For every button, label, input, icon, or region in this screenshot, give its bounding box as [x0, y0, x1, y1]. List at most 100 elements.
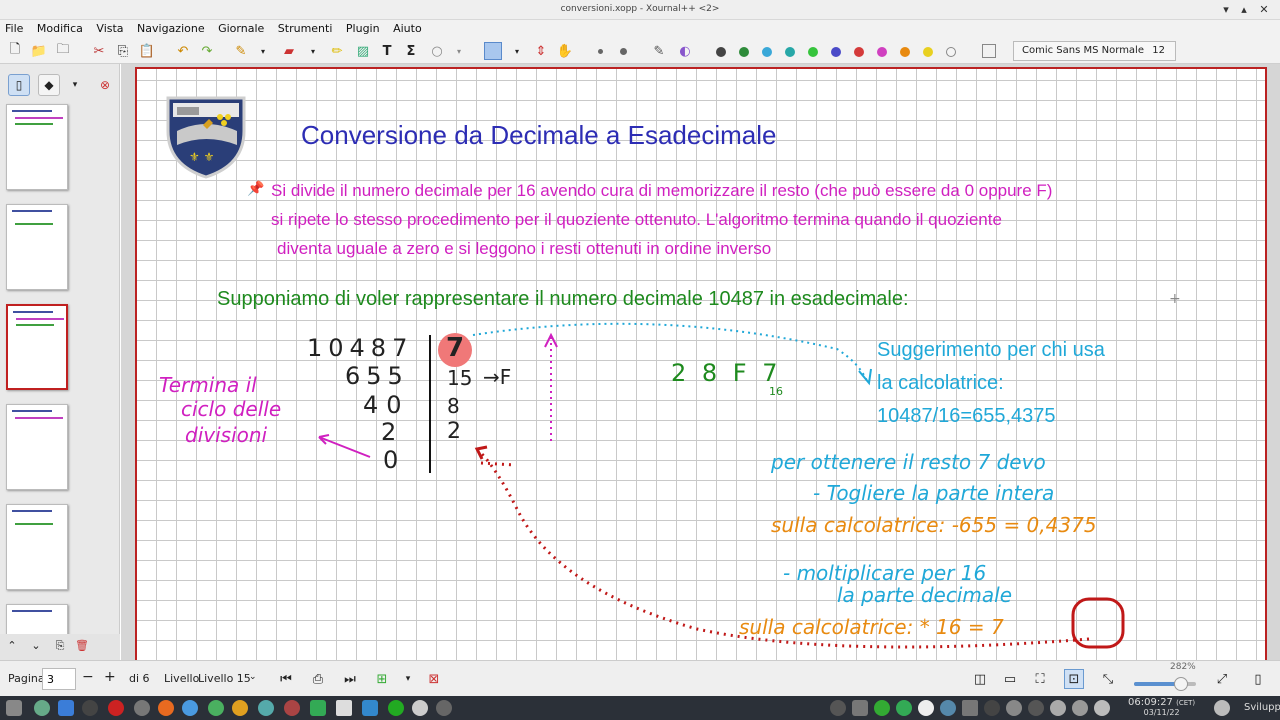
- taskbar-app-5-icon[interactable]: [134, 700, 150, 716]
- menu-strumenti[interactable]: Strumenti: [273, 20, 338, 37]
- page-increment-button[interactable]: +: [104, 669, 116, 685]
- taskbar-app-14-icon[interactable]: [362, 700, 378, 716]
- taskbar-app-10-icon[interactable]: [258, 700, 274, 716]
- select-dropdown-icon[interactable]: ▾: [508, 42, 526, 60]
- tray-volume-icon[interactable]: [1072, 700, 1088, 716]
- sidebar-dropdown-icon[interactable]: ▾: [64, 74, 86, 96]
- eraser-icon[interactable]: ▰: [280, 42, 298, 60]
- taskbar-files-icon[interactable]: [58, 700, 74, 716]
- page-thumbnail-2[interactable]: [6, 204, 68, 290]
- menu-plugin[interactable]: Plugin: [341, 20, 385, 37]
- font-selector[interactable]: Comic Sans MS Normale 12: [1013, 41, 1176, 61]
- presentation-icon[interactable]: ▭: [1000, 669, 1020, 689]
- page-down-icon[interactable]: ⌄: [28, 639, 44, 652]
- delete-page-icon[interactable]: 🗑: [74, 639, 90, 652]
- taskbar-app-16-icon[interactable]: [412, 700, 428, 716]
- first-page-icon[interactable]: ⏮: [276, 669, 296, 689]
- zoom-slider[interactable]: [1134, 677, 1196, 691]
- stroke-width-icon[interactable]: ✎: [650, 42, 668, 60]
- close-sidebar-icon[interactable]: ⊗: [94, 74, 116, 96]
- text-tool-icon[interactable]: T: [378, 42, 396, 60]
- workspace-label[interactable]: Sviluppo: [1244, 702, 1280, 713]
- page-number-input[interactable]: [42, 668, 76, 690]
- pen-dropdown-icon[interactable]: ▾: [254, 42, 272, 60]
- tray-icon-1[interactable]: [830, 700, 846, 716]
- tray-icon-8[interactable]: [984, 700, 1000, 716]
- select-rect-icon[interactable]: [484, 42, 502, 60]
- taskbar-xournal-icon[interactable]: [336, 700, 352, 716]
- tray-icon-6[interactable]: [940, 700, 956, 716]
- hand-icon[interactable]: ✋: [556, 42, 574, 60]
- close-icon[interactable]: ✕: [1256, 2, 1272, 18]
- page-thumbnail-4[interactable]: [6, 404, 68, 490]
- menu-aiuto[interactable]: Aiuto: [388, 20, 427, 37]
- menu-giornale[interactable]: Giornale: [213, 20, 269, 37]
- fill-icon[interactable]: ◐: [676, 42, 694, 60]
- delete-page-status-icon[interactable]: ⊠: [424, 669, 444, 689]
- taskbar-obs-icon[interactable]: [436, 700, 452, 716]
- page-thumbnail-5[interactable]: [6, 504, 68, 590]
- document-canvas[interactable]: ⚜ ⚜ Conversione da Decimale a Esadecimal…: [121, 64, 1280, 660]
- page[interactable]: ⚜ ⚜ Conversione da Decimale a Esadecimal…: [135, 67, 1267, 660]
- taskbar-chrome-icon-2[interactable]: [208, 700, 224, 716]
- taskbar-chrome-icon-3[interactable]: [232, 700, 248, 716]
- open-icon[interactable]: 📁: [30, 42, 48, 60]
- zoom-100-icon[interactable]: ⤡: [1098, 669, 1118, 689]
- shape-dropdown-icon[interactable]: ▾: [450, 42, 468, 60]
- color-green-icon[interactable]: [739, 47, 749, 57]
- page-thumbnail-3[interactable]: [6, 304, 68, 390]
- taskbar-app-12-icon[interactable]: [310, 700, 326, 716]
- last-page-icon[interactable]: ⏭: [340, 669, 360, 689]
- minimize-icon[interactable]: ▾: [1218, 2, 1234, 18]
- custom-color-icon[interactable]: [982, 44, 996, 58]
- tray-icon-9[interactable]: [1006, 700, 1022, 716]
- eraser-dropdown-icon[interactable]: ▾: [304, 42, 322, 60]
- shape-icon[interactable]: ○: [428, 42, 446, 60]
- page-decrement-button[interactable]: −: [82, 669, 94, 685]
- tray-network-icon[interactable]: [1050, 700, 1066, 716]
- save-icon[interactable]: 🗀: [54, 42, 72, 60]
- goto-page-icon[interactable]: ⎙: [308, 669, 328, 689]
- tray-user-icon[interactable]: [1214, 700, 1230, 716]
- taskbar-app-3-icon[interactable]: [82, 700, 98, 716]
- page-up-icon[interactable]: ⌃: [4, 639, 20, 652]
- image-icon[interactable]: ▨: [354, 42, 372, 60]
- color-blue-icon[interactable]: [831, 47, 841, 57]
- add-page-dropdown-icon[interactable]: ▾: [398, 669, 418, 689]
- pair-pages-icon[interactable]: ▯: [1248, 669, 1268, 689]
- tray-icon-3[interactable]: [874, 700, 890, 716]
- tray-icon-7[interactable]: [962, 700, 978, 716]
- menu-modifica[interactable]: Modifica: [32, 20, 88, 37]
- color-lightgreen-icon[interactable]: [808, 47, 818, 57]
- start-menu-icon[interactable]: [6, 700, 22, 716]
- color-orange-icon[interactable]: [900, 47, 910, 57]
- taskbar-firefox-icon[interactable]: [158, 700, 174, 716]
- color-teal-icon[interactable]: [785, 47, 795, 57]
- maximize-icon[interactable]: ▴: [1236, 2, 1252, 18]
- redo-icon[interactable]: ↷: [198, 42, 216, 60]
- menu-vista[interactable]: Vista: [91, 20, 128, 37]
- taskbar-app-11-icon[interactable]: [284, 700, 300, 716]
- pen-icon[interactable]: ✎: [232, 42, 250, 60]
- color-red-icon[interactable]: [854, 47, 864, 57]
- menu-file[interactable]: File: [0, 20, 28, 37]
- taskbar-chrome-icon-1[interactable]: [182, 700, 198, 716]
- taskbar-app-15-icon[interactable]: [388, 700, 404, 716]
- tray-icon-2[interactable]: [852, 700, 868, 716]
- new-document-icon[interactable]: 🗋: [6, 42, 24, 60]
- tray-icon-10[interactable]: [1028, 700, 1044, 716]
- cut-icon[interactable]: ✂: [90, 42, 108, 60]
- two-pages-icon[interactable]: ◫: [970, 669, 990, 689]
- vertical-space-icon[interactable]: ⇕: [532, 42, 550, 60]
- tray-obs-icon[interactable]: [918, 700, 934, 716]
- layers-tab-icon[interactable]: ◆: [38, 74, 60, 96]
- copy-icon[interactable]: ⎘: [114, 42, 132, 60]
- taskbar-app-1-icon[interactable]: [34, 700, 50, 716]
- tray-icon-4[interactable]: [896, 700, 912, 716]
- paste-icon[interactable]: 📋: [138, 42, 156, 60]
- tray-notify-icon[interactable]: [1094, 700, 1110, 716]
- menu-navigazione[interactable]: Navigazione: [132, 20, 210, 37]
- color-yellow-icon[interactable]: [923, 47, 933, 57]
- color-lightblue-icon[interactable]: [762, 47, 772, 57]
- page-preview-tab-icon[interactable]: ▯: [8, 74, 30, 96]
